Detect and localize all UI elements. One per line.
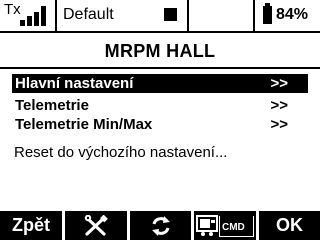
menu-item-label: Telemetrie Min/Max (15, 116, 153, 133)
cmd-icon (196, 215, 218, 236)
refresh-icon (152, 216, 170, 236)
status-empty-slot (189, 0, 255, 31)
cmd-button[interactable]: CMD (194, 211, 256, 240)
square-icon (164, 8, 177, 21)
status-bar: Tx Default 84% (0, 0, 320, 33)
ok-button[interactable]: OK (259, 211, 320, 240)
refresh-button[interactable] (130, 211, 191, 240)
signal-bars-icon (20, 5, 50, 26)
softkey-bar: Zpět CMD OK (0, 211, 320, 240)
battery-indicator: 84% (255, 0, 320, 31)
page-title: MRPM HALL (104, 41, 216, 61)
cmd-label: CMD (222, 222, 245, 233)
submenu-arrow: >> (270, 97, 288, 114)
submenu-arrow: >> (270, 116, 288, 133)
title-divider (0, 67, 320, 69)
menu-item-label: Telemetrie (15, 97, 89, 114)
tools-icon (84, 215, 108, 236)
back-button[interactable]: Zpět (0, 211, 62, 240)
menu-item-telemetry-minmax[interactable]: Telemetrie Min/Max >> (12, 115, 308, 134)
menu-item-main-settings[interactable]: Hlavní nastavení >> (12, 74, 308, 93)
tools-button[interactable] (65, 211, 127, 240)
menu-item-telemetry[interactable]: Telemetrie >> (12, 96, 308, 115)
model-selector[interactable]: Default (57, 0, 189, 31)
model-name: Default (63, 6, 114, 23)
tx-label: Tx (4, 1, 21, 18)
battery-icon (263, 3, 272, 24)
reset-defaults-item[interactable]: Reset do výchozího nastavení... (14, 144, 227, 161)
battery-percent: 84% (276, 6, 309, 23)
tx-signal-indicator: Tx (0, 0, 57, 31)
submenu-arrow: >> (270, 75, 288, 92)
menu-item-label: Hlavní nastavení (15, 75, 134, 92)
